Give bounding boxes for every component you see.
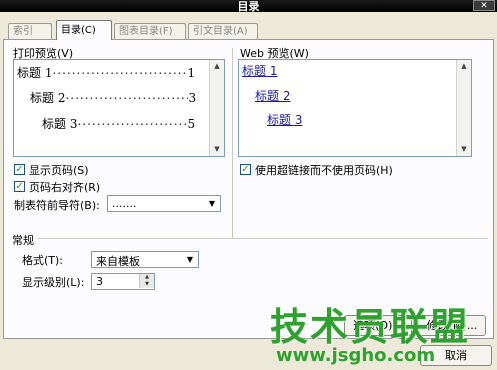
tab-leader-label: 制表符前导符(B): [14, 199, 100, 212]
print-entry-2: 标题 2....................................… [30, 88, 197, 105]
scroll-up-icon[interactable]: ▲ [457, 60, 471, 73]
web-link-3[interactable]: 标题 3 [267, 111, 302, 128]
watermark-url: www.jsgho.com [276, 345, 436, 366]
close-icon[interactable]: ✕ [473, 0, 495, 11]
column-divider [232, 48, 233, 238]
print-entry-1-text: 标题 1 [17, 66, 53, 80]
format-label: 格式(T): [22, 254, 64, 267]
levels-value: 3 [96, 275, 103, 288]
scroll-up-icon[interactable]: ▲ [210, 60, 224, 73]
format-select[interactable]: 来自模板 ▼ [91, 251, 199, 268]
print-entry-3-text: 标题 3 [42, 117, 78, 131]
chevron-down-icon[interactable]: ▼ [204, 196, 220, 211]
tab-index[interactable]: 索引(X) [8, 23, 52, 52]
show-page-numbers-checkbox[interactable]: ✓ [14, 164, 25, 175]
print-entry-3: 标题 3....................................… [42, 114, 196, 131]
web-link-2[interactable]: 标题 2 [255, 87, 290, 104]
watermark-logo: 技术员联盟 [270, 305, 471, 349]
tab-leader-value: ....... [112, 197, 137, 210]
print-entry-2-page: 3 [188, 91, 197, 105]
web-preview-scrollbar[interactable]: ▲ ▼ [456, 60, 471, 156]
use-hyperlinks-label: 使用超链接而不使用页码(H) [255, 164, 393, 177]
spin-up-icon[interactable]: ▲ [139, 274, 154, 281]
levels-label: 显示级别(L): [22, 276, 85, 289]
levels-stepper[interactable]: 3 ▲ ▼ [91, 273, 155, 290]
right-align-checkbox[interactable]: ✓ [14, 181, 25, 192]
web-preview-box: 标题 1 标题 2 标题 3 ▲ ▼ [238, 59, 472, 157]
window-title: 目录 [237, 0, 260, 13]
general-heading: 常规 [12, 234, 34, 247]
print-entry-3-page: 5 [187, 117, 196, 131]
tab-citations[interactable]: 引文目录(A) [188, 23, 258, 39]
web-link-1[interactable]: 标题 1 [242, 62, 277, 79]
title-bar: 目录 ✕ [0, 0, 497, 13]
tab-figures[interactable]: 图表目录(F) [114, 23, 186, 39]
use-hyperlinks-checkbox[interactable]: ✓ [240, 164, 251, 175]
toc-panel: 打印预览(V) 标题 1............................… [3, 39, 494, 339]
format-value: 来自模板 [96, 255, 140, 268]
scroll-down-icon[interactable]: ▼ [457, 143, 471, 156]
print-entry-1-page: 1 [187, 66, 196, 80]
tab-leader-select[interactable]: ....... ▼ [107, 195, 221, 212]
spin-down-icon[interactable]: ▼ [139, 281, 154, 288]
print-preview-scrollbar[interactable]: ▲ ▼ [209, 60, 224, 156]
general-separator [38, 238, 488, 239]
chevron-down-icon[interactable]: ▼ [182, 252, 198, 267]
print-preview-box: 标题 1....................................… [13, 59, 225, 157]
tab-toc[interactable]: 目录(C) [56, 20, 112, 40]
print-entry-1: 标题 1....................................… [17, 63, 196, 80]
scroll-down-icon[interactable]: ▼ [210, 143, 224, 156]
show-page-numbers-label: 显示页码(S) [29, 164, 89, 177]
right-align-label: 页码右对齐(R) [29, 181, 101, 194]
print-entry-2-text: 标题 2 [30, 91, 66, 105]
